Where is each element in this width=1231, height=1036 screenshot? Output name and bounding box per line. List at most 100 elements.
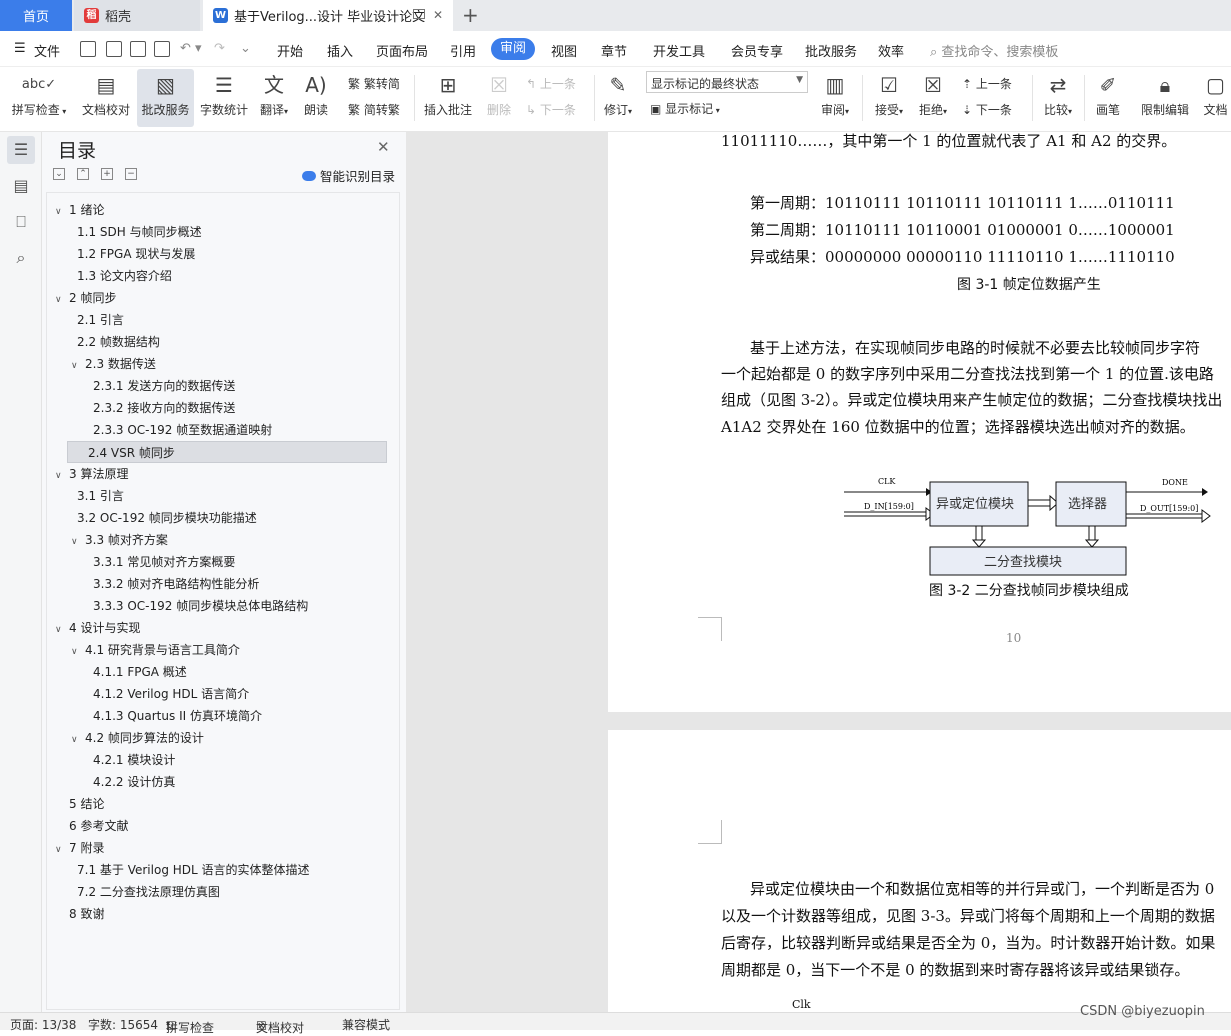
doc-proof-button[interactable]: ▤ 文档校对	[78, 69, 134, 127]
toc-item[interactable]: 3.3.2 帧对齐电路结构性能分析	[87, 573, 259, 595]
toc-item[interactable]: ∨ 1 绪论	[55, 199, 104, 221]
prev-change-button[interactable]: ⇡ 上一条	[962, 75, 1012, 92]
simp-to-trad-button[interactable]: 繁 简转繁	[348, 101, 400, 118]
pen-button[interactable]: ✐ 画笔	[1090, 69, 1126, 127]
chevron-down-icon[interactable]: ∨	[71, 641, 85, 663]
spell-check-button[interactable]: abc✓ 拼写检查 ▾	[6, 69, 72, 127]
toc-item[interactable]: ∨ 2.3 数据传送	[71, 353, 156, 375]
chevron-down-icon[interactable]: ∨	[55, 465, 69, 487]
toc-item[interactable]: 2.4 VSR 帧同步	[67, 441, 387, 463]
show-markup-button[interactable]: ▣ 显示标记 ▾	[650, 100, 720, 117]
accept-button[interactable]: ☑ 接受▾	[870, 69, 908, 127]
plus-icon[interactable]: +	[101, 168, 113, 180]
toc-item[interactable]: 3.2 OC-192 帧同步模块功能描述	[71, 507, 257, 529]
undo-icon[interactable]: ↶ ▾	[180, 41, 202, 56]
menu-efficiency[interactable]: 效率	[878, 41, 904, 60]
toc-panel-icon[interactable]: ☰	[7, 136, 35, 164]
toc-item[interactable]: 2.3.3 OC-192 帧至数据通道映射	[87, 419, 272, 441]
menu-references[interactable]: 引用	[450, 41, 476, 60]
save-icon[interactable]	[80, 41, 96, 57]
outline-icon[interactable]: ▤	[11, 176, 31, 196]
toc-item[interactable]: 2.1 引言	[71, 309, 124, 331]
chevron-down-icon[interactable]: ∨	[55, 289, 69, 311]
menu-review[interactable]: 审阅	[491, 38, 535, 60]
menu-layout[interactable]: 页面布局	[376, 41, 428, 60]
toc-item[interactable]: 1.2 FPGA 现状与发展	[71, 243, 195, 265]
translate-button[interactable]: 文 翻译▾	[256, 69, 292, 127]
tab-document[interactable]: W 基于Verilog...设计 毕业设计论文 ✕	[203, 0, 453, 31]
export-icon[interactable]	[106, 41, 122, 57]
compare-button[interactable]: ⇄ 比较▾	[1038, 69, 1078, 127]
toc-item[interactable]: 2.3.1 发送方向的数据传送	[87, 375, 235, 397]
toc-item[interactable]: 3.1 引言	[71, 485, 124, 507]
next-change-button[interactable]: ⇣ 下一条	[962, 101, 1012, 118]
toc-item[interactable]: 1.1 SDH 与帧同步概述	[71, 221, 202, 243]
toc-item[interactable]: ∨ 4.2 帧同步算法的设计	[71, 727, 204, 749]
bookmark-icon[interactable]: ⎕	[11, 212, 31, 232]
close-tab-icon[interactable]: ✕	[433, 8, 443, 22]
menu-insert[interactable]: 插入	[327, 41, 353, 60]
toc-item[interactable]: 4.1.1 FPGA 概述	[87, 661, 187, 683]
toc-item[interactable]: 4.1.2 Verilog HDL 语言简介	[87, 683, 249, 705]
preview-icon[interactable]	[154, 41, 170, 57]
toc-item[interactable]: 2.2 帧数据结构	[71, 331, 160, 353]
toc-item[interactable]: 2.3.2 接收方向的数据传送	[87, 397, 235, 419]
toc-item[interactable]: ∨ 7 附录	[55, 837, 104, 859]
chevron-down-icon[interactable]: ∨	[55, 201, 69, 223]
tab-daoke[interactable]: 稻 稻壳	[74, 0, 200, 31]
page-indicator[interactable]: 页面: 13/38	[10, 1016, 76, 1033]
toc-item[interactable]: 1.3 论文内容介绍	[71, 265, 172, 287]
smart-toc-button[interactable]: 智能识别目录	[302, 166, 395, 185]
toc-item[interactable]: ∨ 3 算法原理	[55, 463, 128, 485]
toc-item[interactable]: 6 参考文献	[55, 815, 128, 837]
chevron-down-icon[interactable]: ∨	[71, 531, 85, 553]
collapse-all-icon[interactable]: ⌃	[77, 168, 89, 180]
chevron-down-icon[interactable]: ∨	[71, 355, 85, 377]
delete-comment-button[interactable]: ☒ 删除	[480, 69, 518, 127]
menu-chapter[interactable]: 章节	[601, 41, 627, 60]
word-count-button[interactable]: ☰ 字数统计	[198, 69, 250, 127]
reject-button[interactable]: ☒ 拒绝▾	[914, 69, 952, 127]
new-tab-icon[interactable]: +	[462, 3, 479, 27]
toc-item[interactable]: 5 结论	[55, 793, 104, 815]
menu-member[interactable]: 会员专享	[731, 41, 783, 60]
tab-home[interactable]: 首页	[0, 0, 72, 31]
toc-item[interactable]: 3.3.1 常见帧对齐方案概要	[87, 551, 235, 573]
chevron-down-icon[interactable]: ∨	[55, 839, 69, 861]
monitor-icon[interactable]	[413, 9, 425, 19]
next-comment-button[interactable]: ↳ 下一条	[526, 101, 576, 118]
close-icon[interactable]: ✕	[377, 138, 390, 156]
trad-to-simp-button[interactable]: 繁 繁转简	[348, 75, 400, 92]
expand-all-icon[interactable]: ⌄	[53, 168, 65, 180]
revise-button[interactable]: ✎ 修订▾	[600, 69, 636, 127]
menu-correction[interactable]: 批改服务	[805, 41, 857, 60]
chevron-down-icon[interactable]: ∨	[71, 729, 85, 751]
insert-comment-button[interactable]: ⊞ 插入批注	[420, 69, 476, 127]
toc-item[interactable]: 4.2.2 设计仿真	[87, 771, 175, 793]
redo-icon[interactable]: ↷	[214, 41, 225, 56]
toc-item[interactable]: 7.1 基于 Verilog HDL 语言的实体整体描述	[71, 859, 310, 881]
menu-start[interactable]: 开始	[277, 41, 303, 60]
word-count-status[interactable]: 字数: 15654	[88, 1016, 158, 1033]
chevron-down-icon[interactable]: ∨	[55, 619, 69, 641]
toc-item[interactable]: 7.2 二分查找法原理仿真图	[71, 881, 220, 903]
hamburger-icon[interactable]: ☰	[14, 41, 26, 56]
toc-item[interactable]: ∨ 3.3 帧对齐方案	[71, 529, 168, 551]
toc-item[interactable]: ∨ 4 设计与实现	[55, 617, 140, 639]
toc-item[interactable]: 8 致谢	[55, 903, 104, 925]
menu-view[interactable]: 视图	[551, 41, 577, 60]
toc-item[interactable]: ∨ 4.1 研究背景与语言工具简介	[71, 639, 240, 661]
toc-item[interactable]: 4.1.3 Quartus II 仿真环境简介	[87, 705, 262, 727]
toc-item[interactable]: 4.2.1 模块设计	[87, 749, 175, 771]
print-icon[interactable]	[130, 41, 146, 57]
more-chevron-icon[interactable]: ⌄	[240, 41, 251, 56]
markup-state-select[interactable]: 显示标记的最终状态 ▼	[646, 71, 808, 93]
menu-devtools[interactable]: 开发工具	[653, 41, 705, 60]
doc-rights-button[interactable]: ▢ 文档	[1200, 69, 1231, 127]
command-search[interactable]: ⌕ 查找命令、搜索模板	[930, 41, 1058, 60]
minus-icon[interactable]: −	[125, 168, 137, 180]
prev-comment-button[interactable]: ↰ 上一条	[526, 75, 576, 92]
menu-file[interactable]: 文件	[34, 41, 60, 60]
toc-item[interactable]: 3.3.3 OC-192 帧同步模块总体电路结构	[87, 595, 308, 617]
search-icon[interactable]: ⌕	[11, 248, 31, 268]
